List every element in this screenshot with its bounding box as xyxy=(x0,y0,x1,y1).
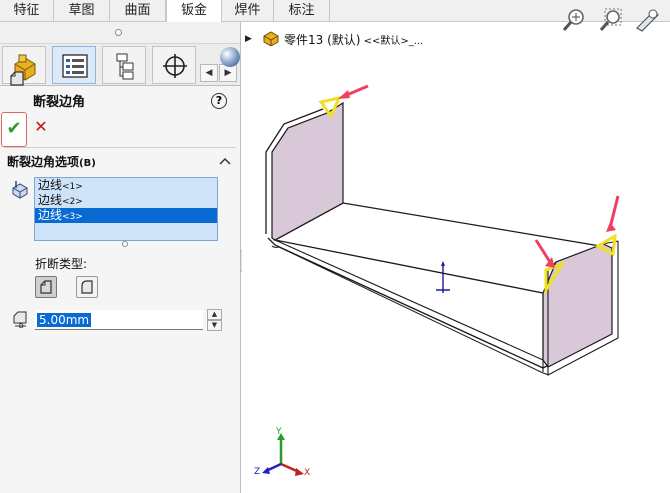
svg-text:D: D xyxy=(19,323,24,329)
model-canvas[interactable]: Y X Z xyxy=(242,22,670,493)
edges-listbox[interactable]: 边线<1> 边线<2> 边线<3> xyxy=(34,177,218,241)
break-corner-icon xyxy=(10,71,24,86)
list-item[interactable]: 边线<2> xyxy=(35,193,217,208)
configuration-tree-icon xyxy=(116,53,134,80)
axis-triad: Y X Z xyxy=(254,427,310,478)
chamfer-icon xyxy=(40,280,52,294)
crosshair-icon xyxy=(163,54,187,78)
edge-label: 边线 xyxy=(38,208,63,222)
help-icon[interactable]: ? xyxy=(211,93,227,109)
chamfer-type-button[interactable] xyxy=(35,276,57,298)
spin-down-button[interactable]: ▼ xyxy=(207,320,222,331)
left-arrowhead xyxy=(338,90,350,99)
axis-y-label: Y xyxy=(275,427,282,437)
tab-features[interactable]: 特征 xyxy=(0,0,54,22)
display-manager-icon[interactable] xyxy=(220,47,240,67)
listbox-resize-handle[interactable] xyxy=(122,241,128,247)
edge-selection-icon xyxy=(12,181,28,199)
configuration-manager-tab[interactable] xyxy=(102,46,146,84)
fillet-icon xyxy=(81,280,93,294)
options-group-title[interactable]: 断裂边角选项(B) xyxy=(7,153,96,170)
tab-annotations[interactable]: 标注 xyxy=(274,0,330,22)
right-arrow-2 xyxy=(608,195,620,229)
options-group-shortcut: (B) xyxy=(79,158,96,169)
feature-title: 断裂边角 xyxy=(33,95,86,110)
scroll-left-arrow[interactable]: ◀ xyxy=(200,64,218,82)
right-arrowhead-2 xyxy=(606,222,616,232)
list-item[interactable]: 边线<1> xyxy=(35,178,217,193)
spin-up-button[interactable]: ▲ xyxy=(207,309,222,320)
axis-x-label: X xyxy=(304,468,310,478)
edge-index: <3> xyxy=(62,212,83,222)
ok-button[interactable]: ✔ xyxy=(1,112,27,147)
dimxpert-manager-tab[interactable] xyxy=(152,46,196,84)
grip-dot[interactable] xyxy=(115,29,122,36)
fillet-type-button[interactable] xyxy=(76,276,98,298)
property-manager-panel: ◀ ▶ 断裂边角 ? ✔ ✕ 断裂边角选项(B) 边线<1> 边线<2> 边线<… xyxy=(0,22,241,493)
options-group-label: 断裂边角选项 xyxy=(7,155,80,169)
property-manager-tab[interactable] xyxy=(52,46,96,84)
cancel-button[interactable]: ✕ xyxy=(32,116,50,138)
axis-z-label: Z xyxy=(254,467,260,477)
edge-label: 边线 xyxy=(38,178,63,192)
chevron-up-icon[interactable] xyxy=(219,156,231,166)
edge-index: <2> xyxy=(62,197,83,207)
manager-tabs: ◀ ▶ xyxy=(0,44,240,86)
distance-value: 5.00mm xyxy=(37,313,92,327)
list-item-selected[interactable]: 边线<3> xyxy=(35,208,217,223)
tab-sheet-metal[interactable]: 钣金 xyxy=(166,0,222,23)
break-type-label: 折断类型: xyxy=(35,257,88,271)
panel-grip[interactable] xyxy=(0,22,240,44)
edge-label: 边线 xyxy=(38,193,63,207)
tab-surfaces[interactable]: 曲面 xyxy=(110,0,166,22)
divider xyxy=(4,147,236,148)
property-list-icon xyxy=(62,54,88,78)
edge-index: <1> xyxy=(62,182,83,192)
tab-sketch[interactable]: 草图 xyxy=(54,0,110,22)
tab-weldments[interactable]: 焊件 xyxy=(222,0,274,22)
distance-icon: D xyxy=(13,311,27,329)
